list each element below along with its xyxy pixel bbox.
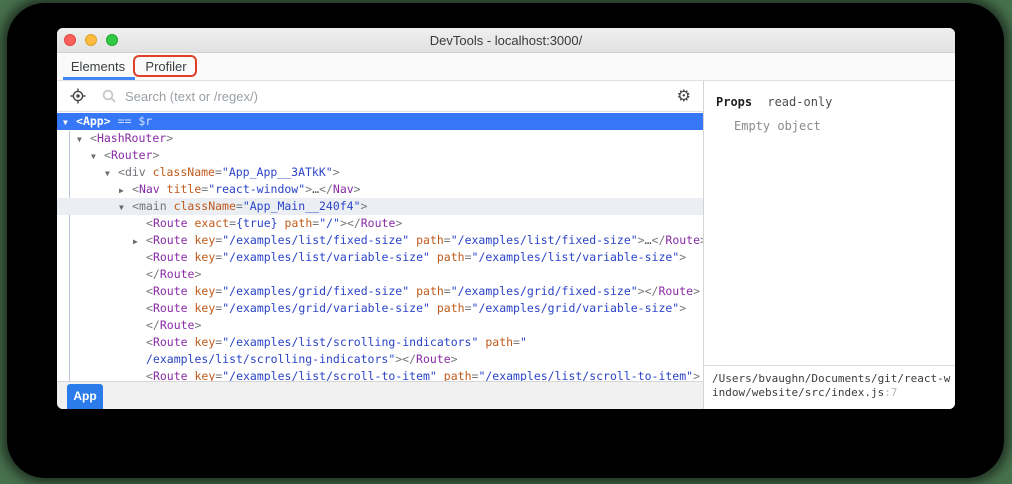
tree-row[interactable]: <Route key="/examples/grid/fixed-size" p… <box>57 283 703 300</box>
tree-row[interactable]: </Route> <box>57 317 703 334</box>
main-region: ⚙ ▼<App> == $r▼<HashRouter>▼<Router>▼<di… <box>57 81 955 409</box>
tree-row[interactable]: ▼<Router> <box>57 147 703 164</box>
props-empty-object: Empty object <box>704 109 955 133</box>
search-toolbar: ⚙ <box>57 81 703 112</box>
tree-row[interactable]: <Route key="/examples/list/variable-size… <box>57 249 703 266</box>
collapse-arrow-icon[interactable]: ▼ <box>91 148 104 165</box>
search-icon <box>101 88 117 104</box>
devtools-window: DevTools - localhost:3000/ Elements Prof… <box>57 28 955 409</box>
props-pane: Props read-only Empty object /Users/bvau… <box>704 81 955 409</box>
tree-row[interactable]: ▼<HashRouter> <box>57 130 703 147</box>
search-input[interactable] <box>125 89 677 104</box>
collapse-arrow-icon[interactable]: ▼ <box>77 131 90 148</box>
collapse-arrow-icon[interactable]: ▼ <box>119 199 132 216</box>
expand-arrow-icon[interactable]: ▶ <box>119 182 132 199</box>
active-tab-underline <box>63 77 135 80</box>
props-header: Props read-only <box>704 81 955 109</box>
tree-row[interactable]: <Route key="/examples/list/scrolling-ind… <box>57 334 703 351</box>
title-bar: DevTools - localhost:3000/ <box>57 28 955 53</box>
component-tree: ▼<App> == $r▼<HashRouter>▼<Router>▼<div … <box>57 112 703 381</box>
expand-arrow-icon[interactable]: ▶ <box>133 233 146 250</box>
tree-row[interactable]: <Route key="/examples/list/scroll-to-ite… <box>57 368 703 381</box>
tree-row[interactable]: <Route key="/examples/grid/variable-size… <box>57 300 703 317</box>
tree-row[interactable]: ▶<Nav title="react-window">…</Nav> <box>57 181 703 198</box>
tab-bar: Elements Profiler <box>57 53 955 81</box>
source-location: /Users/bvaughn/Documents/git/react-windo… <box>704 365 955 409</box>
tab-profiler[interactable]: Profiler <box>143 53 189 80</box>
owners-bar: App <box>57 381 703 409</box>
owner-badge-app[interactable]: App <box>67 384 103 409</box>
collapse-arrow-icon[interactable]: ▼ <box>63 114 76 131</box>
tree-row[interactable]: ▼<main className="App_Main__240f4"> <box>57 198 703 215</box>
props-readonly-label: read-only <box>767 95 832 109</box>
tree-row[interactable]: <Route exact={true} path="/"></Route> <box>57 215 703 232</box>
window-title: DevTools - localhost:3000/ <box>57 28 955 53</box>
tree-row[interactable]: ▼<App> == $r <box>57 113 703 130</box>
tree-row[interactable]: /examples/list/scrolling-indicators"></R… <box>57 351 703 368</box>
source-path: /Users/bvaughn/Documents/git/react-windo… <box>712 372 950 399</box>
inspect-element-icon[interactable] <box>69 87 87 105</box>
tree-row[interactable]: </Route> <box>57 266 703 283</box>
props-title: Props <box>716 95 752 109</box>
tree-row[interactable]: ▼<div className="App_App__3ATkK"> <box>57 164 703 181</box>
collapse-arrow-icon[interactable]: ▼ <box>105 165 118 182</box>
tab-elements[interactable]: Elements <box>65 53 131 80</box>
source-line-number: :7 <box>884 386 897 399</box>
settings-gear-icon[interactable]: ⚙ <box>677 88 691 104</box>
elements-pane: ⚙ ▼<App> == $r▼<HashRouter>▼<Router>▼<di… <box>57 81 703 409</box>
tree-row[interactable]: ▶<Route key="/examples/list/fixed-size" … <box>57 232 703 249</box>
